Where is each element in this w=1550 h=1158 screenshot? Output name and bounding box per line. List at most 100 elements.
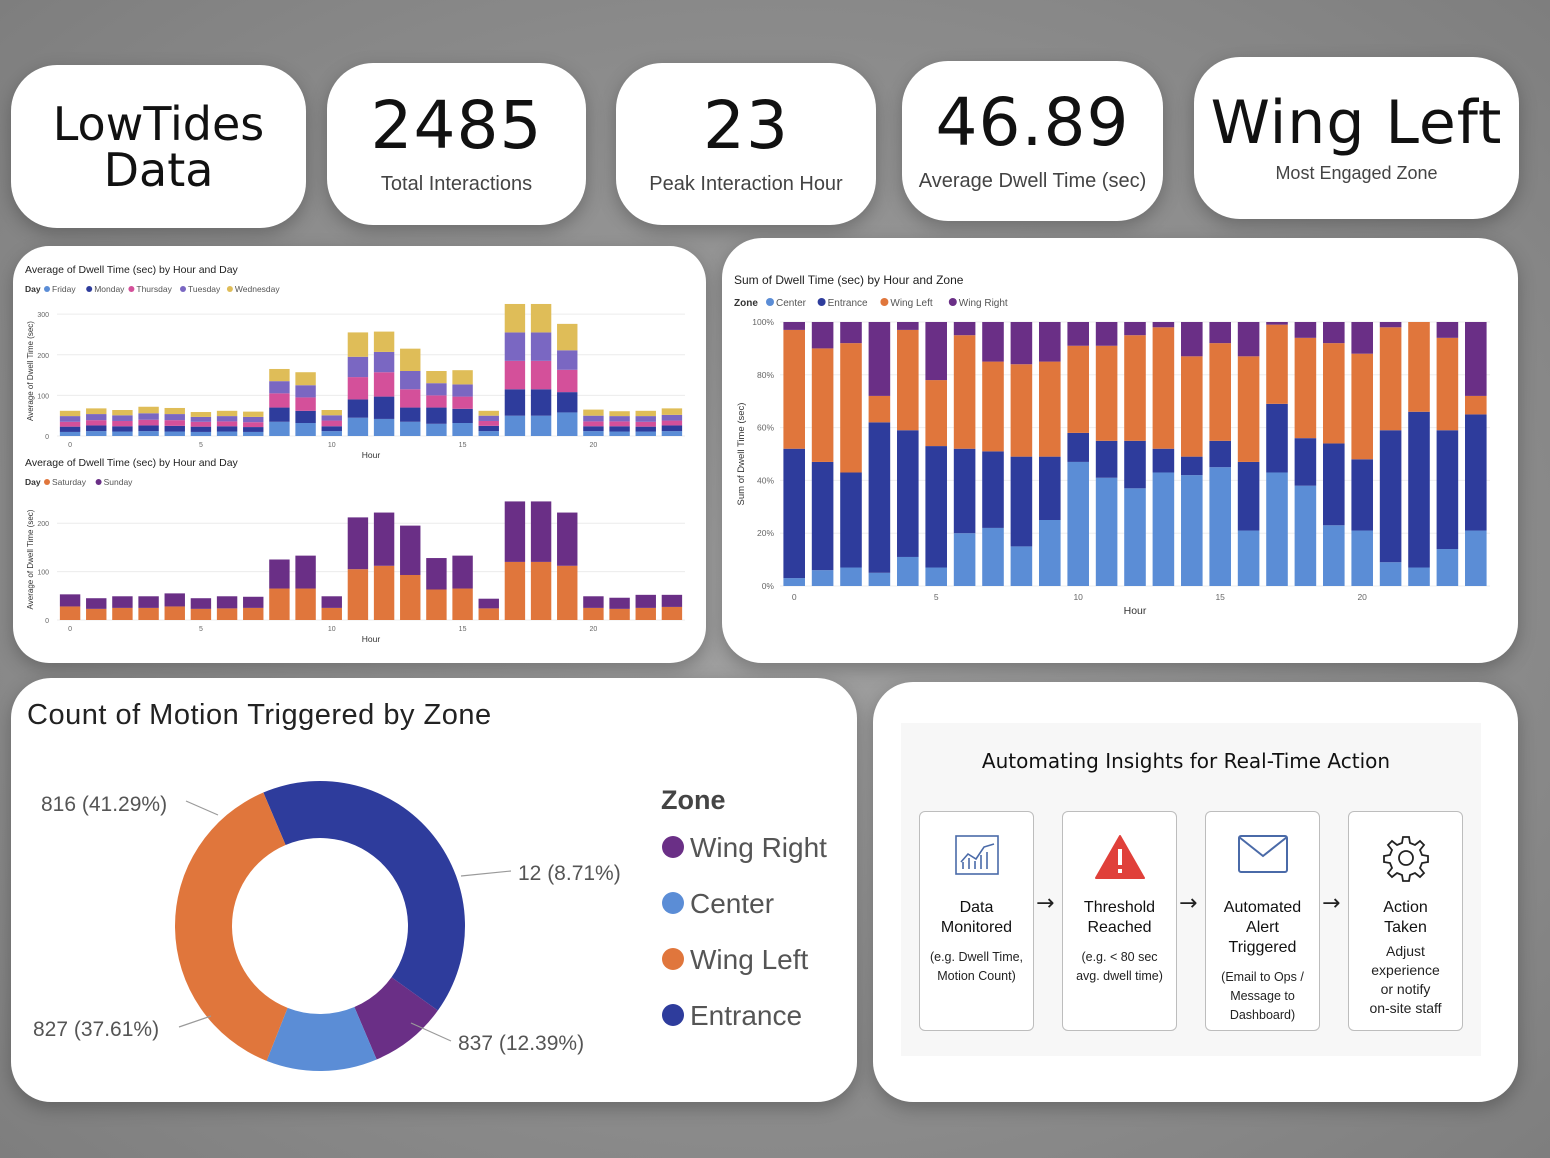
bar-segment (86, 425, 107, 432)
chart-title: Count of Motion Triggered by Zone (27, 699, 492, 731)
bar-segment (373, 565, 395, 620)
bar-segment (1067, 432, 1089, 462)
bar-segment (982, 361, 1004, 452)
bar-segment (609, 426, 630, 432)
bar-segment (1294, 485, 1317, 586)
bar-segment (1266, 324, 1288, 404)
bar-segment (1067, 461, 1089, 586)
flow-step-description: (e.g. < 80 sec (1081, 950, 1158, 964)
leader-line (460, 870, 512, 877)
bar-segment (373, 396, 395, 419)
bar-segment (783, 322, 805, 330)
bar-segment (243, 607, 264, 620)
bar-segment (59, 426, 81, 432)
bar-segment (661, 414, 683, 421)
bar-segment (982, 451, 1004, 528)
kpi-avg-dwell: 46.89 Average Dwell Time (sec) (902, 61, 1163, 221)
bar-segment (321, 410, 342, 416)
bar-segment (583, 431, 604, 436)
bar-segment (373, 331, 395, 352)
bar-segment (86, 414, 107, 421)
leader-line (178, 1015, 212, 1028)
bar-segment (373, 512, 395, 566)
bar-segment (868, 322, 891, 396)
bar-segment (583, 421, 604, 427)
dwell-by-day-card: Average of Dwell Time (sec) by Hour and … (13, 246, 706, 663)
x-tick-label: 15 (459, 626, 467, 633)
bar-segment (295, 372, 316, 386)
flow-step-description: Message to (1230, 989, 1295, 1003)
legend-marker (948, 298, 957, 306)
legend-marker (226, 286, 233, 292)
bar-segment (321, 607, 342, 620)
data-label: 816 (41.29%) (41, 793, 167, 816)
bar-segment (783, 448, 805, 579)
bar-segment (86, 608, 107, 620)
chart-icon (920, 834, 1033, 882)
bar-segment (982, 322, 1004, 362)
bar-segment (295, 588, 316, 620)
y-axis-label: Sum of Dwell Time (sec) (736, 403, 747, 506)
legend-label: Center (776, 298, 807, 309)
bar-segment (1237, 530, 1260, 586)
bar-segment (400, 421, 421, 436)
bar-segment (868, 572, 891, 586)
bar-segment (1010, 546, 1033, 586)
bar-segment (1095, 477, 1118, 586)
bar-segment (557, 512, 578, 566)
bar-segment (295, 555, 316, 589)
bar-segment (478, 410, 499, 416)
bar-segment (1237, 461, 1260, 531)
bar-segment (1351, 459, 1373, 531)
bar-segment (1436, 322, 1459, 338)
bar-segment (426, 395, 447, 408)
bar-segment (1379, 322, 1402, 328)
bar-segment (478, 431, 499, 436)
bar-segment (1379, 430, 1402, 563)
bar-segment (504, 561, 526, 620)
bar-segment (164, 431, 185, 436)
bar-segment (953, 448, 976, 534)
bar-segment (400, 525, 421, 575)
legend-label: Wing Left (890, 298, 932, 309)
y-tick-label: 300 (37, 312, 49, 319)
bar-segment (1436, 430, 1459, 550)
bar-segment (661, 594, 683, 607)
bar-segment (635, 607, 656, 620)
bar-segment (1323, 343, 1345, 444)
bar-segment (1351, 530, 1373, 586)
bar-segment (400, 574, 421, 620)
bar-segment (1152, 448, 1175, 473)
bar-segment (190, 426, 212, 432)
bar-segment (216, 421, 238, 427)
bar-segment (347, 569, 369, 620)
bar-segment (478, 608, 499, 620)
bar-segment (1152, 327, 1175, 449)
legend-marker (86, 286, 93, 292)
data-label: 12 (8.71%) (518, 862, 621, 885)
legend-marker (44, 286, 50, 292)
bar-segment (583, 426, 604, 432)
bar-segment (138, 607, 159, 620)
y-tick-label: 200 (37, 521, 49, 528)
bar-segment (269, 421, 290, 436)
bar-segment (164, 420, 185, 426)
bar-segment (504, 303, 526, 333)
bar-segment (138, 406, 159, 414)
bar-segment (112, 426, 133, 432)
bar-segment (86, 420, 107, 426)
bar-segment (530, 561, 552, 620)
bar-segment (452, 588, 473, 620)
bar-segment (1408, 411, 1430, 568)
flow-step-description: Adjust (1386, 943, 1425, 959)
bar-segment (269, 559, 290, 589)
bar-segment (400, 389, 421, 408)
kpi-value: Wing Left (1210, 87, 1503, 158)
bar-segment (811, 348, 834, 462)
legend-title: Day (25, 477, 41, 487)
bar-segment (1209, 343, 1231, 441)
flow-step-title: Reached (1087, 919, 1152, 936)
bar-segment (243, 427, 264, 432)
motion-by-zone-donut-chart: Count of Motion Triggered by Zone 816 (41… (27, 699, 827, 1071)
bar-segment (86, 598, 107, 609)
